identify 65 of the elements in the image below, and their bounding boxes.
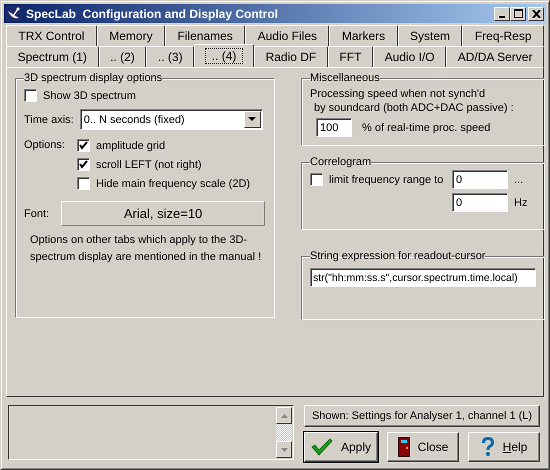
minimize-button[interactable] <box>494 6 510 20</box>
checkbox[interactable] <box>77 177 90 190</box>
description-text: by soundcard (both ADC+DAC passive) : <box>313 102 515 114</box>
tab[interactable]: Memory <box>96 25 166 46</box>
font-button[interactable]: Arial, size=10 <box>61 201 266 226</box>
tab[interactable]: Audio Files <box>245 25 330 46</box>
close-icon <box>532 10 540 18</box>
tab[interactable]: System <box>398 25 462 46</box>
down-arrow-icon <box>280 448 288 452</box>
scrollbar[interactable] <box>276 407 292 458</box>
tab[interactable]: Filenames <box>165 25 246 46</box>
tab[interactable]: Radio DF <box>254 46 328 67</box>
minimize-icon <box>499 16 505 18</box>
scroll-down-button[interactable] <box>276 441 292 458</box>
window-title: SpecLab Configuration and Display Control <box>26 6 280 20</box>
tab[interactable]: FFT <box>328 46 373 67</box>
speed-field[interactable]: 100 <box>316 118 352 137</box>
time-axis-dropdown[interactable]: 0.. N seconds (fixed) <box>80 109 263 130</box>
help-button[interactable]: Help <box>468 432 540 462</box>
note-text: Options on other tabs which apply to the 3D-spectrum display are mentioned in the manual ! <box>30 233 262 265</box>
dropdown-arrow-icon <box>248 117 256 122</box>
checkmark-icon <box>311 438 333 456</box>
field-label: Time axis: <box>24 114 74 126</box>
checkbox[interactable] <box>77 139 90 152</box>
to-frequency-field[interactable]: 0 <box>452 193 508 212</box>
tab[interactable]: TRX Control <box>6 25 97 46</box>
from-frequency-field[interactable]: 0 <box>452 170 508 189</box>
checkbox[interactable] <box>24 89 37 102</box>
expression-field[interactable]: str("hh:mm:ss.s",cursor.spectrum.time.local) <box>310 268 536 287</box>
tab[interactable]: Markers <box>329 25 398 46</box>
checkbox[interactable] <box>77 158 90 171</box>
checkbox[interactable] <box>310 173 323 186</box>
unit-label: % of real-time proc. speed <box>362 122 490 134</box>
scroll-up-button[interactable] <box>276 407 292 424</box>
group-title: 3D spectrum display options <box>24 72 162 84</box>
tab[interactable]: Freq-Resp <box>462 25 544 46</box>
ellipsis-label: ... <box>514 174 524 186</box>
field-label: Options: <box>24 138 66 153</box>
close-button[interactable] <box>528 6 544 20</box>
group-title: String expression for readout-cursor <box>310 250 486 262</box>
field-label: Font: <box>24 208 50 220</box>
channel-button[interactable]: Shown: Settings for Analyser 1, channel 1 (L) <box>304 405 540 427</box>
checkbox-label: Show 3D spectrum <box>43 90 136 102</box>
checkbox-label: amplitude grid <box>96 140 166 152</box>
tab[interactable]: .. (4) <box>194 44 254 67</box>
description-text: Processing speed when not synch'd <box>310 88 486 100</box>
tab[interactable]: .. (3) <box>146 46 194 67</box>
checkbox-label: limit frequency range to <box>329 174 444 186</box>
maximize-icon <box>514 9 522 18</box>
group-title: Miscellaneous <box>310 72 380 84</box>
satellite-dish-icon <box>6 6 22 22</box>
close-button[interactable]: Close <box>387 432 460 462</box>
door-icon <box>398 437 410 457</box>
up-arrow-icon <box>280 414 288 418</box>
checkbox-label: scroll LEFT (not right) <box>96 158 202 170</box>
unit-label: Hz <box>514 196 528 208</box>
maximize-button[interactable] <box>510 6 526 20</box>
tab[interactable]: AD/DA Server <box>446 46 544 67</box>
tab[interactable]: .. (2) <box>98 46 146 67</box>
group-title: Correlogram <box>310 156 372 168</box>
checkbox-label: Hide main frequency scale (2D) <box>96 178 250 190</box>
tab[interactable]: Audio I/O <box>373 46 446 67</box>
apply-button[interactable]: Apply <box>304 432 378 462</box>
question-mark-icon <box>480 437 495 457</box>
tab[interactable]: Spectrum (1) <box>6 46 99 67</box>
